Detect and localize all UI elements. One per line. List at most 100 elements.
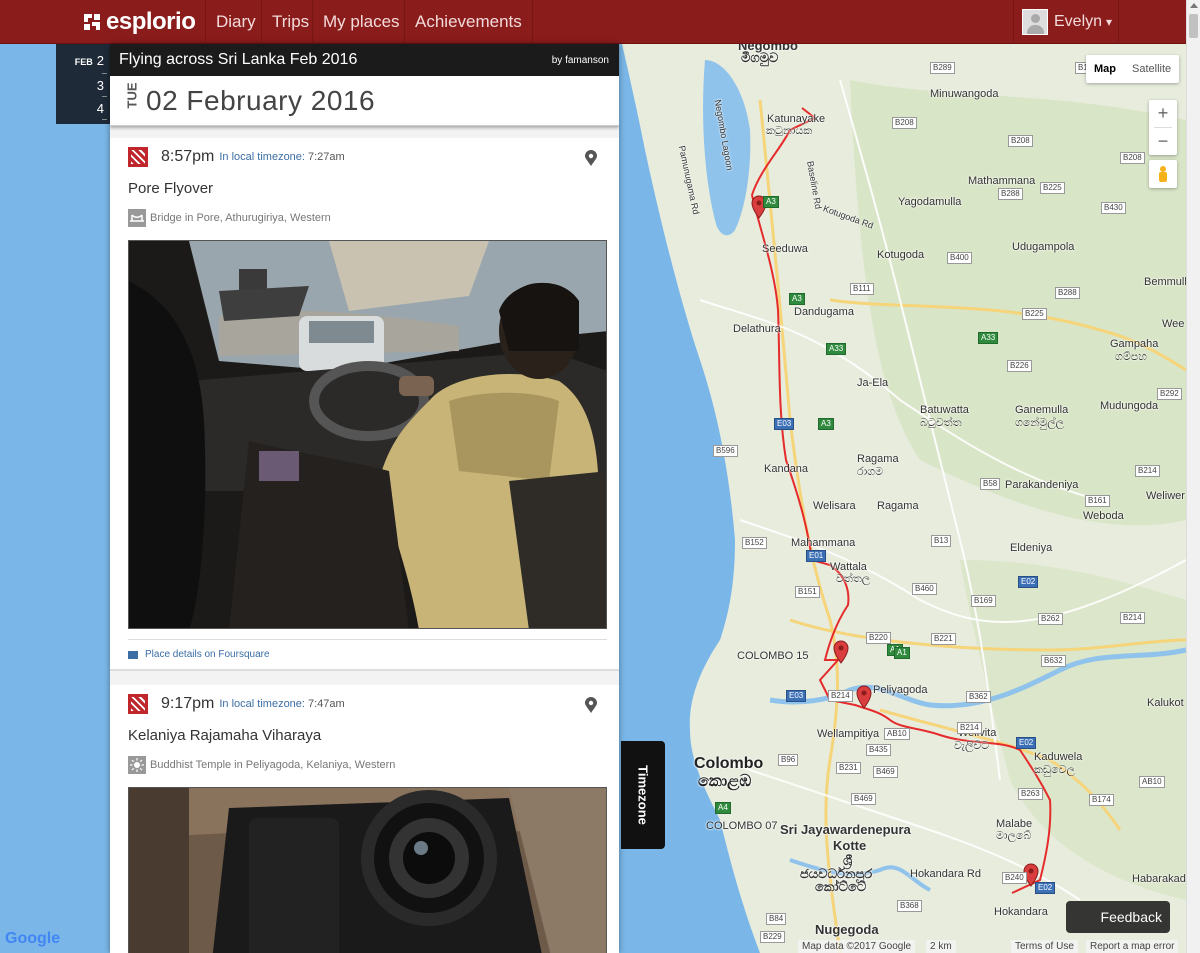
scroll-up-arrow-icon[interactable]: [1190, 3, 1198, 8]
road-shield: B161: [1085, 495, 1110, 507]
timezone-link[interactable]: In local timezone:: [219, 698, 305, 710]
road-shield: B229: [760, 931, 785, 943]
map-place-label: Udugampola: [1012, 241, 1075, 253]
timezone-link[interactable]: In local timezone:: [219, 151, 305, 163]
map-place-label: Eldeniya: [1010, 542, 1053, 554]
trip-author[interactable]: by famanson: [552, 55, 609, 66]
rail-month: FEB: [74, 57, 93, 67]
nav-achievements[interactable]: Achievements: [404, 0, 533, 44]
road-shield: B288: [1055, 287, 1080, 299]
map-place-label: COLOMBO 07: [706, 820, 778, 832]
road-shield: B435: [866, 744, 891, 756]
nav-diary[interactable]: Diary: [205, 0, 266, 44]
entry-time: 9:17pm: [161, 695, 215, 712]
road-shield: B596: [713, 445, 738, 457]
local-time: 7:27am: [307, 151, 345, 163]
map-place-label: Ragama: [877, 500, 919, 512]
rail-divider: [102, 119, 107, 120]
road-shield: B84: [766, 913, 787, 925]
nav-my-places[interactable]: My places: [312, 0, 410, 44]
rail-day-2[interactable]: FEB 2: [75, 53, 104, 68]
road-shield: B262: [1038, 613, 1063, 625]
road-shield: B263: [1018, 788, 1043, 800]
road-shield: B225: [1040, 182, 1065, 194]
map-place-label: Gampaha: [1110, 338, 1159, 350]
map-place-label: Mahammana: [791, 537, 856, 549]
photo-camera: [129, 788, 606, 953]
road-shield: B96: [778, 754, 799, 766]
foursquare-icon: [128, 650, 138, 659]
zoom-out-button[interactable]: −: [1149, 128, 1177, 155]
entry-title[interactable]: Pore Flyover: [110, 176, 619, 204]
road-shield: E03: [786, 690, 807, 702]
road-shield: B208: [892, 117, 917, 129]
feedback-button[interactable]: Feedback: [1066, 901, 1170, 933]
map-place-label: Batuwatta: [920, 404, 969, 416]
user-menu[interactable]: Evelyn ▾: [1013, 0, 1119, 44]
map-place-label: Kalukot: [1147, 697, 1184, 709]
nav-trips[interactable]: Trips: [261, 0, 319, 44]
map-place-label: මීගමුව: [741, 50, 779, 65]
trip-title[interactable]: Flying across Sri Lanka Feb 2016: [119, 51, 357, 69]
google-logo[interactable]: Google: [5, 930, 60, 948]
road-shield: A33: [978, 332, 999, 344]
road-shield: B240: [1002, 872, 1027, 884]
road-shield: B362: [966, 691, 991, 703]
map-place-label: Hokandara: [994, 906, 1048, 918]
entry-header: 8:57pm In local timezone: 7:27am: [110, 138, 619, 176]
road-shield: B469: [851, 793, 876, 805]
road-shield: B214: [957, 722, 982, 734]
road-shield: B152: [742, 537, 767, 549]
report-map-error-link[interactable]: Report a map error: [1086, 940, 1179, 953]
brand-logo[interactable]: esplorio: [82, 8, 196, 36]
rail-divider: [102, 96, 107, 97]
foursquare-link[interactable]: Place details on Foursquare: [128, 639, 607, 669]
location-pin-icon[interactable]: [585, 150, 597, 166]
scroll-thumb[interactable]: [1189, 14, 1198, 38]
map-type-map-button[interactable]: Map: [1086, 55, 1124, 83]
terms-of-use-link[interactable]: Terms of Use: [1011, 940, 1078, 953]
rail-day-3[interactable]: 3: [97, 78, 104, 93]
page-scrollbar[interactable]: [1186, 0, 1200, 953]
date-rail: FEB 2 3 4: [56, 44, 110, 124]
rail-day-4[interactable]: 4: [97, 101, 104, 116]
entry-photo[interactable]: [128, 240, 607, 629]
timezone-tab[interactable]: Timezone: [621, 741, 665, 849]
map-type-satellite-button[interactable]: Satellite: [1124, 55, 1179, 83]
zoom-in-button[interactable]: +: [1149, 100, 1177, 127]
road-shield: AB10: [884, 728, 910, 740]
street-view-pegman-icon[interactable]: [1149, 160, 1177, 188]
map-place-label: Delathura: [733, 323, 781, 335]
map-place-label: Ja-Ela: [857, 377, 889, 389]
road-shield: B208: [1008, 135, 1033, 147]
road-shield: E01: [806, 550, 827, 562]
road-shield: B214: [1135, 465, 1160, 477]
road-shield: E02: [1016, 737, 1037, 749]
road-shield: B460: [912, 583, 937, 595]
map-place-label: රාගම: [857, 466, 884, 478]
map-place-label: Malabe: [996, 818, 1033, 830]
entry-photo[interactable]: [128, 787, 607, 953]
map-place-label: ගනේමුල්ල: [1015, 417, 1064, 429]
map-scale[interactable]: 2 km: [926, 940, 956, 953]
user-name: Evelyn: [1054, 13, 1103, 30]
map-place-label: මාලබේ: [996, 830, 1032, 842]
map-place-label: Wee: [1162, 318, 1185, 330]
road-shield: B151: [795, 586, 820, 598]
local-time: 7:47am: [307, 698, 345, 710]
map-place-label: Wattala: [830, 561, 867, 573]
map-place-label: Ganemulla: [1015, 404, 1069, 416]
road-shield: B469: [873, 766, 898, 778]
map-place-label: Ragama: [857, 453, 899, 465]
entry-title[interactable]: Kelaniya Rajamaha Viharaya: [110, 723, 619, 751]
map-place-label: ගම්පහ: [1115, 351, 1147, 363]
map-place-label: වැලිවිට: [954, 740, 990, 752]
top-navbar: esplorio Diary Trips My places Achieveme…: [0, 0, 1186, 44]
location-pin-icon[interactable]: [585, 697, 597, 713]
road-shield: B292: [1157, 388, 1182, 400]
map-place-label: Minuwangoda: [930, 88, 999, 100]
temple-icon: [128, 756, 146, 774]
road-shield: B208: [1120, 152, 1145, 164]
feedback-label: Feedback: [1100, 909, 1162, 925]
map-data-attribution: Map data ©2017 Google: [798, 940, 916, 953]
